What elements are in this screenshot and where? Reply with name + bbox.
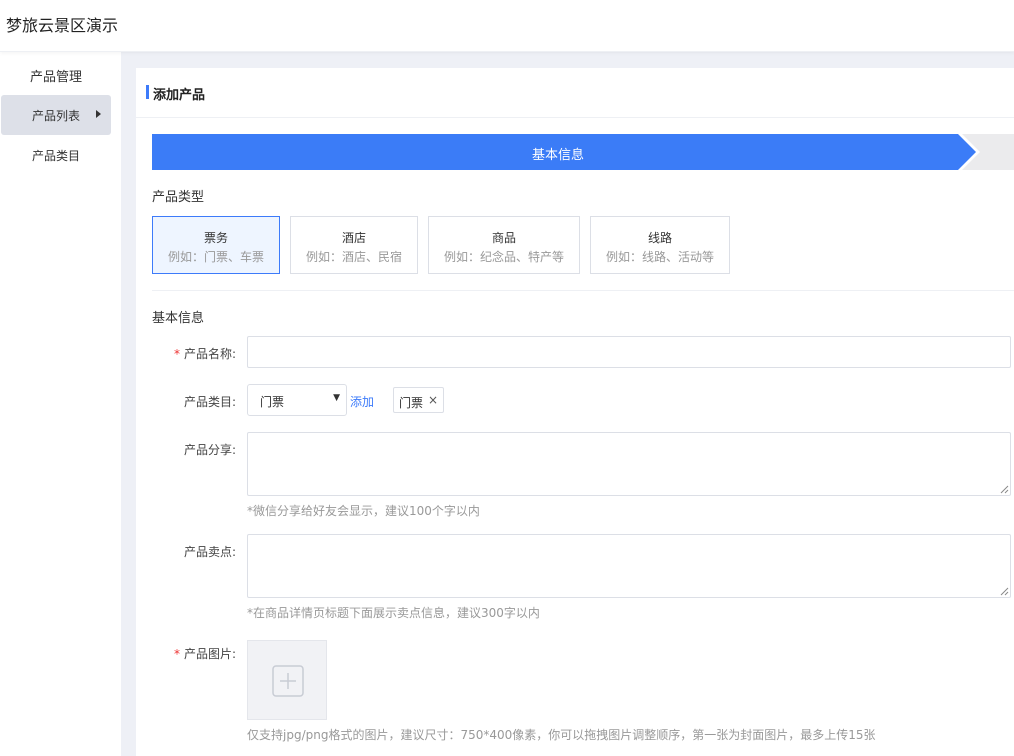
category-tag: 门票 × [393, 387, 444, 413]
required-mark: * [173, 647, 180, 661]
sidebar-item-label: 产品列表 [32, 109, 81, 123]
caret-down-icon: ▼ [333, 393, 340, 403]
product-selling-point-hint: *在商品详情页标题下面展示卖点信息，建议300字以内 [247, 606, 540, 620]
title-accent-bar [146, 85, 149, 99]
type-option-example: 例如：门票、车票 [167, 250, 264, 264]
sidebar-group-title[interactable]: 产品管理 [0, 66, 112, 85]
product-share-textarea[interactable] [247, 432, 1011, 496]
card-header: 添加产品 [136, 68, 1014, 118]
product-images-label: * 产品图片: [146, 645, 236, 662]
basic-info-section-label: 基本信息 [152, 311, 205, 326]
app-title: 梦旅云景区演示 [6, 16, 119, 35]
sidebar-item-label: 产品类目 [32, 149, 81, 163]
step-label: 基本信息 [531, 148, 584, 163]
close-icon[interactable]: × [428, 393, 438, 407]
type-option-goods[interactable]: 商品 例如：纪念品、特产等 [428, 216, 580, 274]
caret-right-icon [96, 110, 101, 118]
tag-label: 门票 [399, 396, 424, 410]
sidebar-item-product-category[interactable]: 产品类目 [1, 135, 111, 175]
sidebar-item-product-list[interactable]: 产品列表 [1, 95, 111, 135]
product-name-label: * 产品名称: [146, 345, 236, 362]
top-bar: 梦旅云景区演示 [0, 0, 1014, 52]
product-category-select[interactable]: 门票 ▼ [247, 384, 347, 416]
type-option-route[interactable]: 线路 例如：线路、活动等 [590, 216, 730, 274]
type-option-ticket[interactable]: 票务 例如：门票、车票 [152, 216, 280, 274]
product-category-label: 产品类目: [183, 395, 236, 409]
step-basic-info[interactable]: 基本信息 [152, 134, 976, 170]
select-value: 门票 [260, 395, 285, 409]
section-divider [152, 290, 1014, 291]
type-option-example: 例如：纪念品、特产等 [443, 250, 564, 264]
page-title: 添加产品 [153, 88, 206, 103]
resize-grip-icon[interactable] [1000, 485, 1009, 494]
type-option-name: 酒店 [341, 231, 366, 245]
type-option-name: 商品 [491, 231, 516, 245]
steps-bar: 基本信息 [152, 134, 1014, 170]
product-share-hint: *微信分享给好友会显示，建议100个字以内 [247, 504, 480, 518]
type-option-name: 线路 [647, 231, 672, 245]
product-share-label: 产品分享: [183, 443, 236, 457]
product-selling-point-textarea[interactable] [247, 534, 1011, 598]
product-name-label-text: 产品名称: [183, 347, 236, 361]
type-option-hotel[interactable]: 酒店 例如：酒店、民宿 [290, 216, 418, 274]
plus-icon [272, 665, 304, 697]
product-type-section-label: 产品类型 [152, 190, 205, 205]
image-upload-button[interactable] [247, 640, 327, 720]
add-category-link[interactable]: 添加 [350, 393, 374, 410]
product-images-hint: 仅支持jpg/png格式的图片，建议尺寸：750*400像素，你可以拖拽图片调整… [247, 728, 876, 742]
product-images-label-text: 产品图片: [183, 647, 236, 661]
product-name-input[interactable] [247, 336, 1011, 368]
resize-grip-icon[interactable] [1000, 587, 1009, 596]
required-mark: * [173, 347, 180, 361]
type-option-name: 票务 [203, 231, 228, 245]
sidebar: 产品管理 产品列表 产品类目 [0, 52, 121, 756]
type-option-example: 例如：酒店、民宿 [305, 250, 402, 264]
product-selling-point-label: 产品卖点: [183, 545, 236, 559]
type-option-example: 例如：线路、活动等 [605, 250, 714, 264]
